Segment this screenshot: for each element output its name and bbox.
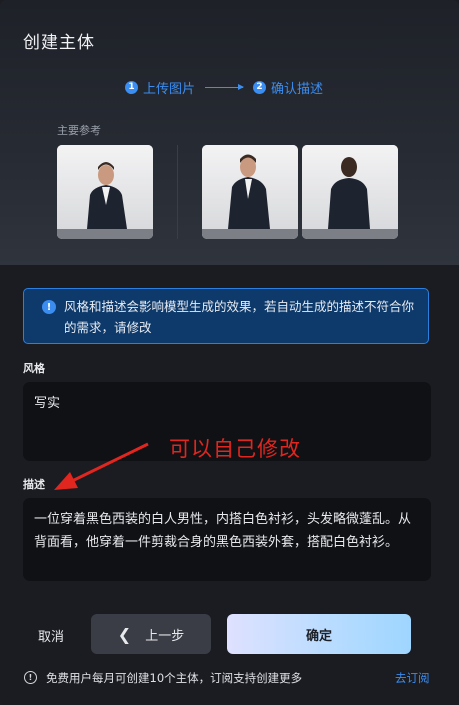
dialog-title: 创建主体: [23, 33, 95, 53]
previous-step-button[interactable]: ❮ 上一步: [91, 614, 211, 654]
step-2-label: 确认描述: [271, 81, 324, 97]
step-1-label: 上传图片: [143, 81, 196, 97]
warning-icon: !: [24, 671, 37, 684]
info-notice: ! 风格和描述会影响模型生成的效果，若自动生成的描述不符合你的需求，请修改: [23, 288, 429, 344]
info-icon: !: [42, 300, 56, 314]
step-arrow-icon: [205, 83, 245, 90]
notice-text: 风格和描述会影响模型生成的效果，若自动生成的描述不符合你的需求，请修改: [64, 299, 415, 335]
reference-image-main[interactable]: [57, 145, 153, 239]
quota-text: 免费用户每月可创建10个主体，订阅支持创建更多: [46, 671, 303, 685]
reference-image-side[interactable]: [202, 145, 298, 239]
step-2-badge: 2: [253, 80, 267, 94]
confirm-button[interactable]: 确定: [227, 614, 411, 654]
previous-step-label: 上一步: [145, 628, 185, 644]
reference-label: 主要参考: [57, 124, 101, 137]
create-subject-dialog: 创建主体 1 上传图片 2 确认描述 主要参考 ! 风格和描述会影响模型生成的效…: [0, 0, 459, 705]
annotation-arrow-icon: [54, 442, 149, 490]
subscribe-link[interactable]: 去订阅: [395, 670, 430, 686]
description-label: 描述: [23, 478, 45, 491]
cancel-button[interactable]: 取消: [38, 626, 64, 645]
stepper: 1 上传图片 2 确认描述: [125, 78, 324, 97]
step-1-badge: 1: [125, 80, 138, 94]
description-input[interactable]: 一位穿着黑色西装的白人男性，内搭白色衬衫，头发略微蓬乱。从背面看，他穿着一件剪裁…: [23, 498, 431, 581]
reference-image-back[interactable]: [302, 145, 398, 239]
annotation-text: 可以自己修改: [169, 437, 301, 461]
chevron-left-icon: ❮: [117, 624, 132, 644]
style-label: 风格: [23, 362, 45, 375]
divider: [177, 145, 178, 239]
